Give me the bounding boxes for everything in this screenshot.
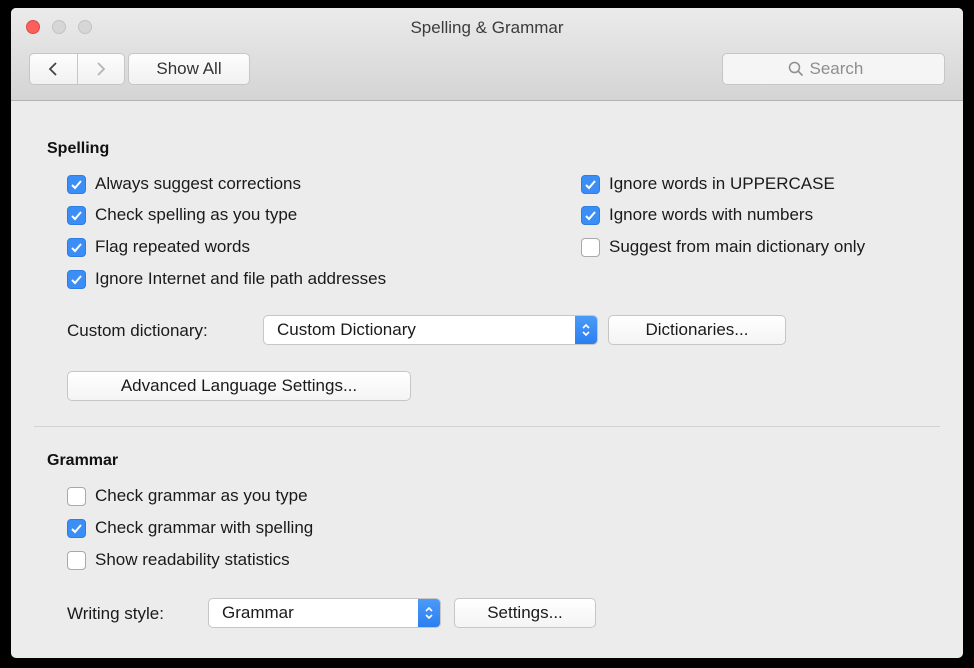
checkbox-label: Show readability statistics (95, 550, 290, 569)
title-bar: Spelling & Grammar Show All (11, 8, 963, 101)
spelling-heading: Spelling (47, 140, 110, 157)
search-icon (788, 61, 803, 77)
checkbox-checked-icon (581, 174, 600, 194)
chevron-right-icon (97, 62, 106, 76)
suggest-main-dictionary-only-checkbox[interactable]: Suggest from main dictionary only (581, 237, 865, 257)
custom-dictionary-value: Custom Dictionary (277, 320, 416, 339)
section-divider (34, 426, 940, 427)
show-all-button[interactable]: Show All (128, 53, 250, 85)
grammar-settings-button[interactable]: Settings... (454, 598, 596, 628)
checkbox-label: Ignore Internet and file path addresses (95, 269, 387, 288)
check-grammar-as-you-type-checkbox[interactable]: Check grammar as you type (67, 486, 308, 506)
writing-style-label: Writing style: (67, 604, 164, 623)
checkbox-unchecked-icon (581, 237, 600, 257)
ignore-uppercase-checkbox[interactable]: Ignore words in UPPERCASE (581, 174, 835, 194)
show-readability-statistics-checkbox[interactable]: Show readability statistics (67, 550, 290, 570)
check-grammar-with-spelling-checkbox[interactable]: Check grammar with spelling (67, 518, 313, 538)
checkbox-label: Always suggest corrections (95, 174, 301, 193)
advanced-language-settings-button[interactable]: Advanced Language Settings... (67, 371, 411, 401)
checkbox-checked-icon (67, 518, 86, 538)
writing-style-value: Grammar (222, 603, 294, 622)
checkbox-unchecked-icon (67, 486, 86, 506)
checkbox-label: Suggest from main dictionary only (609, 237, 866, 256)
custom-dictionary-popup[interactable]: Custom Dictionary (263, 315, 598, 345)
popup-arrows-icon (418, 599, 440, 627)
checkbox-checked-icon (67, 205, 86, 225)
checkbox-label: Check grammar with spelling (95, 518, 314, 537)
checkbox-unchecked-icon (67, 550, 86, 570)
checkbox-label: Ignore words with numbers (609, 205, 814, 224)
window-title: Spelling & Grammar (410, 18, 564, 37)
chevron-left-icon (48, 62, 57, 76)
writing-style-popup[interactable]: Grammar (208, 598, 441, 628)
preferences-window: Spelling & Grammar Show All Spelling (11, 8, 963, 658)
always-suggest-corrections-checkbox[interactable]: Always suggest corrections (67, 174, 301, 194)
grammar-heading: Grammar (47, 452, 119, 469)
checkbox-label: Flag repeated words (95, 237, 250, 256)
back-button[interactable] (30, 54, 77, 84)
dictionaries-button[interactable]: Dictionaries... (608, 315, 786, 345)
popup-arrows-icon (575, 316, 597, 344)
ignore-words-with-numbers-checkbox[interactable]: Ignore words with numbers (581, 205, 813, 225)
search-field[interactable] (722, 53, 945, 85)
back-forward-control (29, 53, 125, 85)
checkbox-label: Ignore words in UPPERCASE (609, 174, 835, 193)
checkbox-checked-icon (581, 205, 600, 225)
checkbox-label: Check spelling as you type (95, 205, 298, 224)
ignore-internet-addresses-checkbox[interactable]: Ignore Internet and file path addresses (67, 269, 386, 289)
check-spelling-as-you-type-checkbox[interactable]: Check spelling as you type (67, 205, 297, 225)
checkbox-checked-icon (67, 269, 86, 289)
checkbox-checked-icon (67, 237, 86, 257)
search-input[interactable] (803, 59, 880, 79)
checkbox-checked-icon (67, 174, 86, 194)
custom-dictionary-label: Custom dictionary: (67, 321, 208, 340)
flag-repeated-words-checkbox[interactable]: Flag repeated words (67, 237, 250, 257)
forward-button[interactable] (76, 54, 125, 84)
checkbox-label: Check grammar as you type (95, 486, 308, 505)
